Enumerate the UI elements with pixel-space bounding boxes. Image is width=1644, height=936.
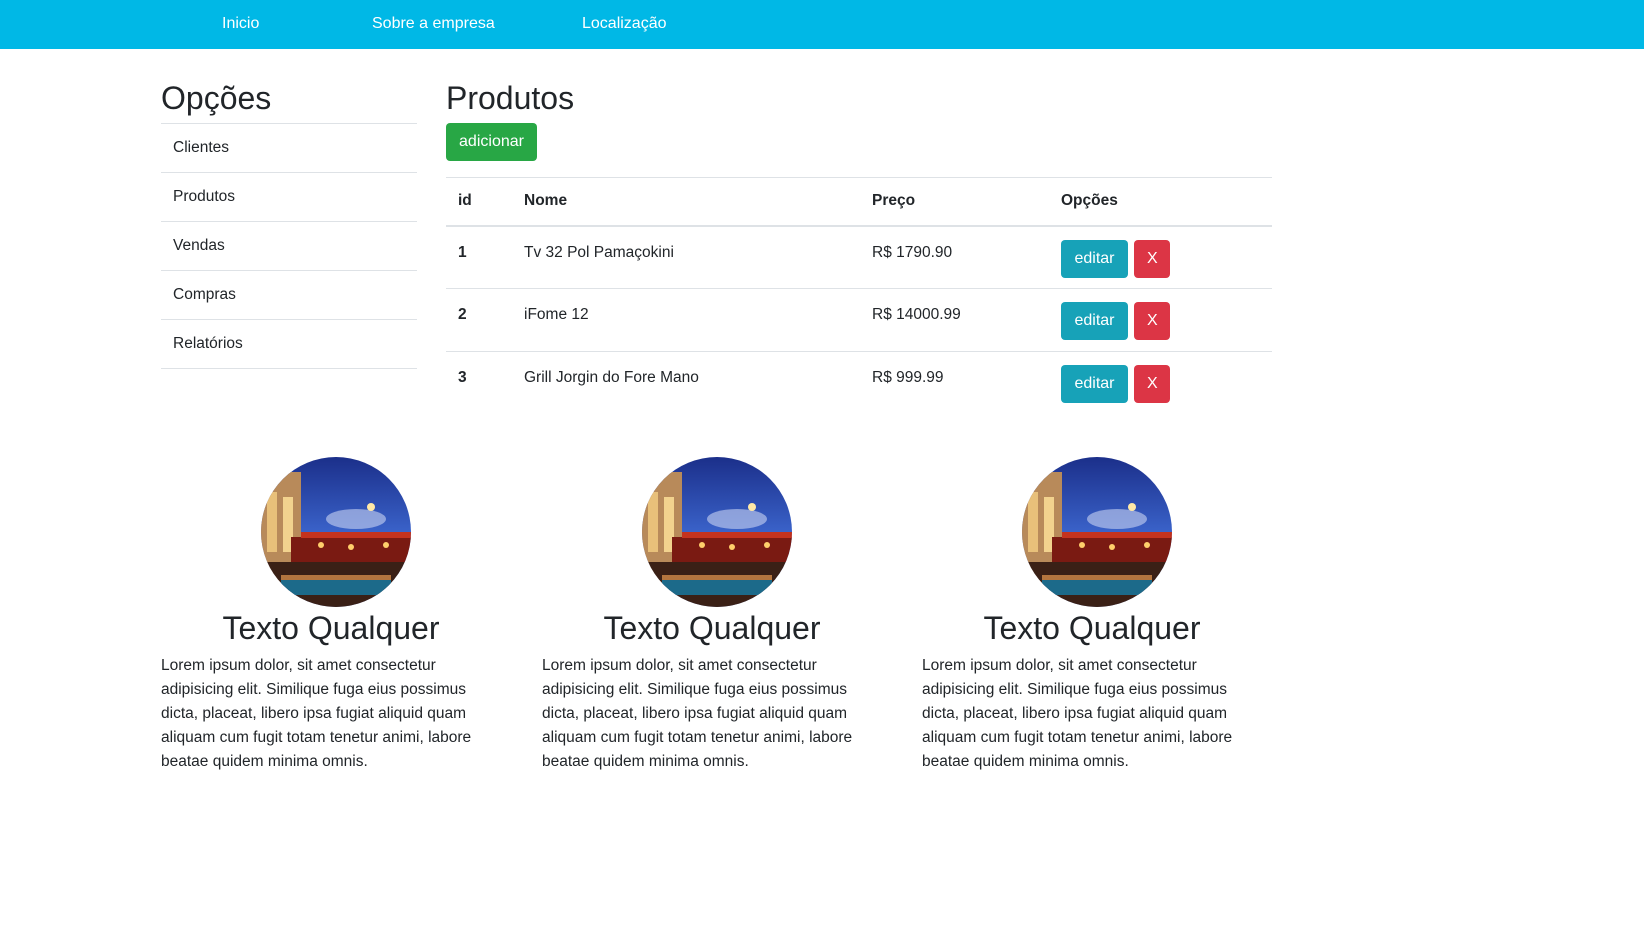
cell-preco: R$ 14000.99: [860, 288, 1049, 352]
delete-button[interactable]: X: [1134, 302, 1171, 340]
cell-opcoes: editar X: [1049, 225, 1272, 289]
delete-button[interactable]: X: [1134, 365, 1171, 403]
products-table: id Nome Preço Opções 1 Tv 32 Pol Pamaçok…: [446, 177, 1272, 415]
feature-title: Texto Qualquer: [603, 610, 821, 646]
nav-link-inicio[interactable]: Inicio: [222, 15, 259, 33]
cell-id: 3: [458, 369, 467, 386]
sidebar-item-produtos[interactable]: Produtos: [161, 173, 417, 222]
cell-id: 2: [446, 288, 512, 352]
feature-text: Lorem ipsum dolor, sit amet consectetur …: [161, 657, 472, 770]
edit-button[interactable]: editar: [1061, 365, 1128, 403]
sidebar-list: Clientes Produtos Vendas Compras Relatór…: [161, 123, 417, 369]
header-id: id: [446, 177, 512, 227]
sidebar: Opções Clientes Produtos Vendas Compras …: [161, 78, 417, 369]
top-navbar: Inicio Sobre a empresa Localização: [0, 0, 1644, 49]
cell-id: 1: [446, 225, 512, 289]
cell-preco: R$ 999.99: [872, 369, 944, 386]
cell-opcoes: editar X: [1049, 288, 1272, 352]
edit-button[interactable]: editar: [1061, 239, 1128, 278]
feature-image: [1022, 457, 1172, 607]
header-nome: Nome: [512, 177, 860, 227]
feature-image: [642, 457, 792, 607]
feature-title: Texto Qualquer: [222, 610, 440, 646]
edit-button[interactable]: editar: [1061, 302, 1128, 340]
table-row: 2 iFome 12 R$ 14000.99 editar X: [446, 288, 1272, 352]
cell-nome: Grill Jorgin do Fore Mano: [524, 369, 699, 386]
feature-title: Texto Qualquer: [983, 610, 1201, 646]
nav-link-localizacao[interactable]: Localização: [582, 15, 667, 33]
cell-nome: iFome 12: [512, 288, 860, 352]
sidebar-item-relatorios[interactable]: Relatórios: [161, 320, 417, 369]
feature-text: Lorem ipsum dolor, sit amet consectetur …: [922, 657, 1233, 770]
page-title: Produtos: [446, 80, 575, 116]
main-content: Produtos adicionar id Nome Preço Opções …: [446, 78, 1272, 415]
feature-text: Lorem ipsum dolor, sit amet consectetur …: [542, 657, 853, 770]
cell-nome: Tv 32 Pol Pamaçokini: [512, 225, 860, 289]
table-row: 1 Tv 32 Pol Pamaçokini R$ 1790.90 editar…: [446, 225, 1272, 289]
sidebar-item-clientes[interactable]: Clientes: [161, 124, 417, 173]
table-row: 3 Grill Jorgin do Fore Mano R$ 999.99 ed…: [446, 352, 1272, 415]
cell-opcoes: editar X: [1049, 352, 1272, 415]
delete-button[interactable]: X: [1134, 239, 1171, 278]
sidebar-item-compras[interactable]: Compras: [161, 271, 417, 320]
add-product-button[interactable]: adicionar: [446, 123, 537, 161]
sidebar-item-vendas[interactable]: Vendas: [161, 222, 417, 271]
table-header-row: id Nome Preço Opções: [446, 177, 1272, 227]
header-preco: Preço: [860, 177, 1049, 227]
header-opcoes: Opções: [1049, 177, 1272, 227]
cell-preco: R$ 1790.90: [860, 225, 1049, 289]
feature-image: [261, 457, 411, 607]
sidebar-title: Opções: [161, 80, 272, 116]
nav-link-sobre[interactable]: Sobre a empresa: [372, 15, 495, 33]
